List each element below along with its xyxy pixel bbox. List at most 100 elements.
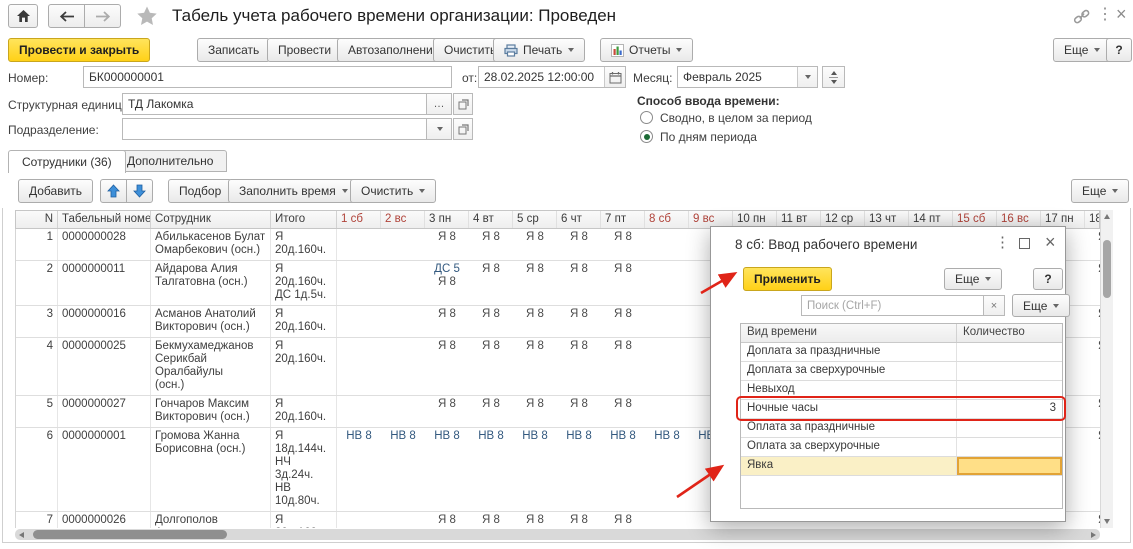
time-type-quantity[interactable] xyxy=(957,381,1062,399)
time-type-row[interactable]: Доплата за праздничные xyxy=(741,343,1062,362)
day-cell[interactable]: Я 8 xyxy=(469,338,513,395)
day-cell[interactable] xyxy=(381,306,425,337)
column-header-quantity[interactable]: Количество xyxy=(957,324,1062,342)
day-cell[interactable] xyxy=(337,229,381,260)
day-cell[interactable]: Я 8 xyxy=(513,229,557,260)
day-cell[interactable] xyxy=(337,306,381,337)
horizontal-scroll-thumb[interactable] xyxy=(33,530,227,539)
month-dropdown-button[interactable] xyxy=(797,67,817,87)
day-cell[interactable]: Я 8 xyxy=(601,338,645,395)
time-type-name[interactable]: Ночные часы xyxy=(741,400,957,418)
radio-summary-period[interactable] xyxy=(640,111,653,124)
day-cell[interactable]: ДС 5Я 8 xyxy=(425,261,469,305)
clear-menu-button[interactable]: Очистить xyxy=(350,179,436,203)
dialog-kebab-icon[interactable]: ⋮ xyxy=(995,235,1010,250)
time-type-row[interactable]: Ночные часы3 xyxy=(741,400,1062,419)
day-cell[interactable] xyxy=(381,338,425,395)
time-type-row[interactable]: Невыход xyxy=(741,381,1062,400)
day-cell[interactable]: Я 8 xyxy=(1085,396,1100,427)
reports-button[interactable]: Отчеты xyxy=(600,38,693,62)
scroll-left-icon[interactable] xyxy=(19,532,24,538)
search-input[interactable]: Поиск (Ctrl+F) xyxy=(801,295,984,316)
day-cell[interactable]: Я 8 xyxy=(1085,261,1100,305)
day-cell[interactable]: НВ 8 xyxy=(557,428,601,511)
day-cell[interactable] xyxy=(645,306,689,337)
day-cell[interactable]: Я 8 xyxy=(425,396,469,427)
column-header-day[interactable]: 3 пн xyxy=(425,211,469,228)
time-type-quantity[interactable] xyxy=(957,419,1062,437)
window-menu-kebab-icon[interactable]: ⋮ xyxy=(1097,7,1113,23)
day-cell[interactable]: Я 8 xyxy=(469,306,513,337)
day-cell[interactable]: Я 8 xyxy=(601,261,645,305)
day-cell[interactable]: Я 8 xyxy=(557,261,601,305)
search-clear-button[interactable]: × xyxy=(983,295,1005,316)
post-button[interactable]: Провести xyxy=(267,38,342,62)
tab-employees[interactable]: Сотрудники (36) xyxy=(8,150,126,173)
day-cell[interactable]: Я 8 xyxy=(557,338,601,395)
day-cell[interactable]: НВ 8 xyxy=(381,428,425,511)
pick-button[interactable]: Подбор xyxy=(168,179,232,203)
day-cell[interactable]: НВ 8 xyxy=(469,428,513,511)
day-cell[interactable]: Я 8 xyxy=(601,229,645,260)
dialog-maximize-icon[interactable] xyxy=(1019,238,1030,249)
fill-time-button[interactable]: Заполнить время xyxy=(228,179,359,203)
time-type-name[interactable]: Доплата за праздничные xyxy=(741,343,957,361)
time-type-row[interactable]: Доплата за сверхурочные xyxy=(741,362,1062,381)
column-header-day[interactable]: 5 ср xyxy=(513,211,557,228)
day-cell[interactable]: Я 8 xyxy=(557,306,601,337)
home-button[interactable] xyxy=(8,4,38,28)
day-cell[interactable]: Я 8 xyxy=(513,338,557,395)
column-header-employee[interactable]: Сотрудник xyxy=(151,211,271,228)
scroll-down-icon[interactable] xyxy=(1104,519,1110,524)
back-button[interactable] xyxy=(48,4,85,28)
day-cell[interactable] xyxy=(337,338,381,395)
day-cell[interactable]: Я 8 xyxy=(1085,306,1100,337)
structural-unit-choose-button[interactable]: … xyxy=(426,93,452,115)
day-cell[interactable]: Я 8 xyxy=(425,306,469,337)
day-cell[interactable]: Я 8 xyxy=(557,396,601,427)
print-button[interactable]: Печать xyxy=(493,38,585,62)
day-cell[interactable]: Я 8 xyxy=(425,338,469,395)
day-cell[interactable] xyxy=(381,512,425,528)
more-button-table[interactable]: Еще xyxy=(1071,179,1129,203)
day-cell[interactable]: Я 8 xyxy=(601,512,645,528)
favorite-star-icon[interactable] xyxy=(136,5,158,30)
dialog-help-button[interactable]: ? xyxy=(1033,268,1063,290)
day-cell[interactable]: Я 8 xyxy=(469,261,513,305)
day-cell[interactable] xyxy=(337,396,381,427)
time-type-quantity[interactable]: 3 xyxy=(957,400,1062,418)
day-cell[interactable]: Я 8 xyxy=(513,512,557,528)
day-cell[interactable]: Я 8 xyxy=(557,229,601,260)
column-header-day[interactable]: 2 вс xyxy=(381,211,425,228)
day-cell[interactable]: НВ 8 xyxy=(513,428,557,511)
column-header-total[interactable]: Итого xyxy=(271,211,337,228)
day-cell[interactable] xyxy=(645,396,689,427)
column-header-day[interactable]: 8 сб xyxy=(645,211,689,228)
time-type-quantity[interactable] xyxy=(957,343,1062,361)
month-spinner[interactable] xyxy=(822,66,845,88)
day-cell[interactable]: Я 8 xyxy=(425,512,469,528)
day-cell[interactable]: Я 8 xyxy=(1085,428,1100,511)
radio-by-days[interactable] xyxy=(640,130,653,143)
get-link-icon[interactable] xyxy=(1073,9,1090,28)
structural-unit-input[interactable]: ТД Лакомка xyxy=(122,93,427,115)
forward-button[interactable] xyxy=(84,4,121,28)
column-header-time-type[interactable]: Вид времени xyxy=(741,324,957,342)
time-type-name[interactable]: Оплата за сверхурочные xyxy=(741,438,957,456)
time-type-row[interactable]: Оплата за праздничные xyxy=(741,419,1062,438)
day-cell[interactable]: Я 8 xyxy=(557,512,601,528)
time-type-quantity[interactable] xyxy=(957,438,1062,456)
horizontal-scrollbar[interactable] xyxy=(15,529,1100,540)
number-input[interactable]: БК000000001 xyxy=(83,66,452,88)
post-and-close-button[interactable]: Провести и закрыть xyxy=(8,38,150,62)
dialog-close-icon[interactable]: × xyxy=(1045,233,1056,251)
scroll-up-icon[interactable] xyxy=(1104,214,1110,219)
apply-button[interactable]: Применить xyxy=(743,267,832,291)
column-header-day[interactable]: 18 вт xyxy=(1085,211,1100,228)
add-row-button[interactable]: Добавить xyxy=(18,179,93,203)
day-cell[interactable] xyxy=(381,229,425,260)
column-header-day[interactable]: 4 вт xyxy=(469,211,513,228)
day-cell[interactable]: НВ 8 xyxy=(425,428,469,511)
time-type-name[interactable]: Невыход xyxy=(741,381,957,399)
date-calendar-button[interactable] xyxy=(604,67,625,87)
